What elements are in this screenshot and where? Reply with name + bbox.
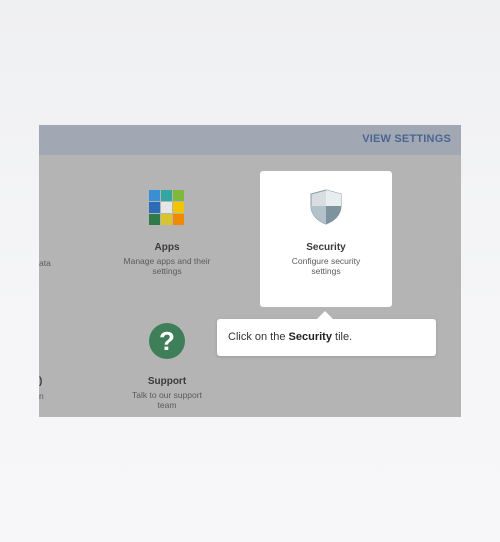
apps-grid-cell bbox=[161, 202, 172, 213]
tooltip-suffix: tile. bbox=[331, 331, 353, 343]
apps-grid-icon[interactable] bbox=[149, 190, 184, 225]
walkthrough-tooltip: Click on the Security tile. bbox=[217, 311, 436, 356]
apps-grid-cell bbox=[149, 202, 160, 213]
left-tile-desc-fragment: ata bbox=[39, 258, 51, 268]
apps-grid-cell bbox=[149, 214, 160, 225]
support-tile[interactable]: Support Talk to our support team bbox=[107, 376, 227, 410]
admin-console-frame: VIEW SETTINGS ata ) n Apps Manage apps a… bbox=[39, 125, 461, 417]
security-title: Security bbox=[306, 242, 346, 253]
apps-tile[interactable]: Apps Manage apps and their settings bbox=[107, 242, 227, 276]
apps-grid-cell bbox=[173, 202, 184, 213]
tooltip-prefix: Click on the bbox=[228, 331, 289, 343]
apps-grid-cell bbox=[161, 190, 172, 201]
left-tile-desc2-fragment: n bbox=[39, 391, 44, 401]
apps-desc-line1: Manage apps and their bbox=[123, 256, 211, 266]
apps-desc-line2: settings bbox=[152, 266, 182, 276]
apps-grid-cell bbox=[161, 214, 172, 225]
left-tile-title-fragment: ) bbox=[39, 376, 43, 387]
security-desc-line1: Configure security bbox=[291, 256, 361, 266]
support-desc-line2: team bbox=[157, 400, 177, 410]
shield-icon bbox=[310, 189, 342, 225]
support-title: Support bbox=[147, 376, 187, 387]
tooltip-emphasis: Security bbox=[288, 331, 332, 343]
support-desc-line1: Talk to our support bbox=[132, 390, 202, 400]
apps-title: Apps bbox=[154, 242, 180, 253]
security-desc-line2: settings bbox=[311, 266, 341, 276]
view-settings-link[interactable]: VIEW SETTINGS bbox=[362, 133, 451, 145]
header-bar: VIEW SETTINGS bbox=[39, 125, 461, 155]
help-circle-icon[interactable]: ? bbox=[149, 323, 185, 359]
apps-grid-cell bbox=[173, 190, 184, 201]
apps-grid-cell bbox=[149, 190, 160, 201]
tooltip-text: Click on the Security tile. bbox=[228, 331, 352, 343]
apps-grid-cell bbox=[173, 214, 184, 225]
security-tile[interactable]: Security Configure security settings bbox=[260, 171, 392, 307]
help-glyph: ? bbox=[159, 325, 175, 356]
